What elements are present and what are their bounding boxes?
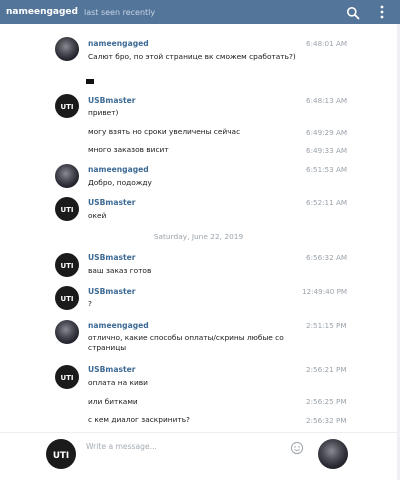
- message-text: или битками: [88, 397, 138, 406]
- message-time: 2:56:21 PM: [306, 365, 347, 374]
- usbmaster-logo: UTI: [60, 374, 73, 382]
- message-time: 6:48:13 AM: [306, 96, 348, 105]
- message-input[interactable]: [86, 438, 286, 454]
- message-text: оплата на киви: [88, 378, 148, 387]
- avatar-usbmaster[interactable]: UTI: [55, 197, 79, 221]
- usbmaster-logo: UTI: [60, 103, 73, 111]
- message-time: 6:48:01 AM: [306, 39, 348, 48]
- message-text: окей: [88, 211, 107, 220]
- avatar-nameengaged[interactable]: [55, 37, 79, 61]
- message-text: с кем диалог заскринить?: [88, 415, 190, 424]
- sender-name[interactable]: nameengaged: [88, 321, 149, 330]
- message-text: много заказов висит: [88, 145, 169, 154]
- message-text: Салют бро, по этой странице вк сможем ср…: [88, 52, 296, 61]
- avatar-nameengaged[interactable]: [55, 164, 79, 188]
- usbmaster-logo: UTI: [60, 295, 73, 303]
- sender-name[interactable]: USBmaster: [88, 198, 136, 207]
- avatar-nameengaged[interactable]: [55, 320, 79, 344]
- message-time: 6:49:33 AM: [306, 146, 348, 155]
- message-time: 6:56:32 AM: [306, 253, 348, 262]
- sender-name[interactable]: USBmaster: [88, 96, 136, 105]
- message-time: 2:56:32 PM: [306, 416, 347, 425]
- search-icon[interactable]: [346, 5, 360, 20]
- usbmaster-logo: UTI: [60, 262, 73, 270]
- avatar-usbmaster[interactable]: UTI: [55, 286, 79, 310]
- message-text: ?: [88, 299, 92, 308]
- message-text: могу взять но сроки увеличены сейчас: [88, 127, 241, 136]
- usbmaster-logo: UTI: [53, 451, 69, 461]
- avatar-usbmaster[interactable]: UTI: [55, 365, 79, 389]
- emoji-icon[interactable]: [290, 440, 304, 455]
- message-text: ваш заказ готов: [88, 266, 152, 275]
- more-vertical-icon[interactable]: [376, 4, 388, 20]
- sender-name[interactable]: USBmaster: [88, 253, 136, 262]
- message-time: 2:51:15 PM: [306, 321, 347, 330]
- my-avatar[interactable]: UTI: [46, 439, 76, 469]
- avatar-usbmaster[interactable]: UTI: [55, 94, 79, 118]
- date-separator: Saturday, June 22, 2019: [153, 232, 244, 241]
- sender-name[interactable]: nameengaged: [88, 165, 149, 174]
- message-text: Добро, подожду: [88, 178, 152, 187]
- composer-divider: [0, 432, 397, 433]
- attachment-thumbnail[interactable]: [86, 79, 94, 84]
- chat-header: nameengaged last seen recently: [0, 0, 400, 24]
- sender-name[interactable]: USBmaster: [88, 365, 136, 374]
- avatar-usbmaster[interactable]: UTI: [55, 253, 79, 277]
- sender-name[interactable]: USBmaster: [88, 287, 136, 296]
- message-time: 6:51:53 AM: [306, 165, 348, 174]
- last-seen-status: last seen recently: [83, 7, 156, 17]
- message-text: отлично, какие способы оплаты/скрины люб…: [88, 333, 284, 352]
- peer-avatar[interactable]: [318, 439, 348, 469]
- message-time: 6:52:11 AM: [306, 198, 348, 207]
- message-time: 12:49:40 PM: [302, 287, 348, 296]
- message-text: привет): [88, 108, 119, 117]
- message-time: 2:56:25 PM: [306, 397, 347, 406]
- usbmaster-logo: UTI: [60, 206, 73, 214]
- message-time: 6:49:29 AM: [306, 128, 348, 137]
- sender-name[interactable]: nameengaged: [88, 39, 149, 48]
- chat-title[interactable]: nameengaged: [6, 7, 78, 17]
